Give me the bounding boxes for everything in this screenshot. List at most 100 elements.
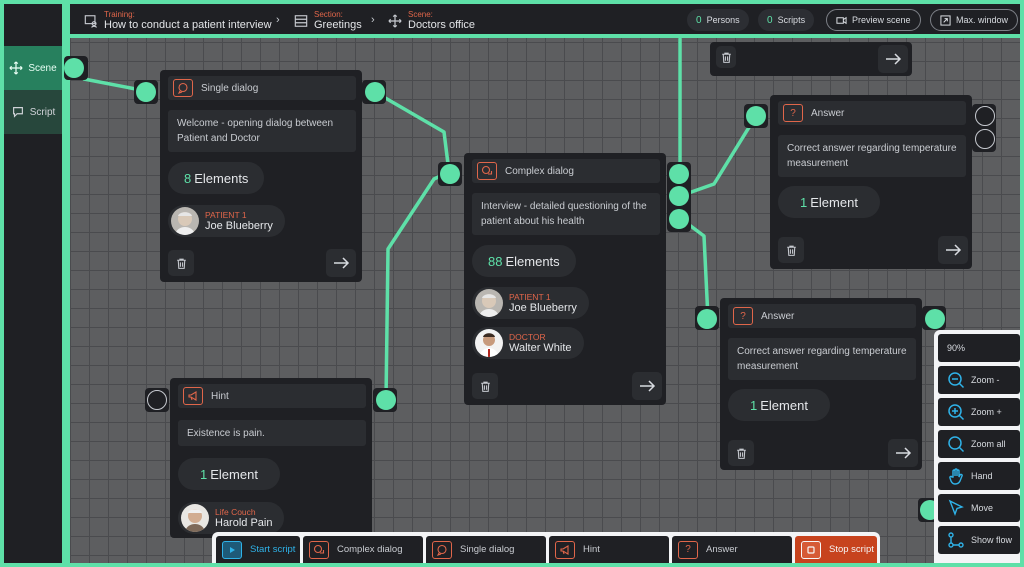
output-port[interactable] <box>925 309 945 329</box>
element-count-label: Elements <box>194 170 249 186</box>
element-count-label: Elements <box>505 253 560 269</box>
breadcrumb-value: Doctors office <box>408 19 476 31</box>
zoom-in-icon <box>948 404 965 421</box>
node-answer-1[interactable]: ? Answer Correct answer regarding temper… <box>770 95 972 269</box>
person-role: PATIENT 1 <box>509 291 551 302</box>
delete-button[interactable] <box>168 250 194 276</box>
output-port[interactable] <box>64 58 84 78</box>
node-partial[interactable] <box>710 42 912 76</box>
output-port[interactable] <box>365 82 385 102</box>
output-port[interactable] <box>669 164 689 184</box>
node-single-dialog[interactable]: Single dialog Welcome - opening dialog b… <box>160 70 362 282</box>
element-count: 8 Elements <box>168 162 265 194</box>
add-complex-dialog-button[interactable]: Complex dialog <box>303 536 423 563</box>
scripts-button[interactable]: 0 Scripts <box>758 9 815 31</box>
sidebar-item-script[interactable]: Script <box>4 90 62 134</box>
person-chip[interactable]: PATIENT 1 Joe Blueberry <box>472 287 589 319</box>
delete-button[interactable] <box>716 46 736 68</box>
tool-label: Zoom all <box>971 439 1006 449</box>
open-node-button[interactable] <box>888 439 918 467</box>
chevron-right-icon: › <box>276 14 280 26</box>
breadcrumb-training[interactable]: Training: How to conduct a patient inter… <box>84 10 272 31</box>
node-description: Correct answer regarding temperature mea… <box>728 338 916 380</box>
person-chip[interactable]: DOCTOR Walter White <box>472 327 584 359</box>
question-icon: ? <box>783 104 803 122</box>
bottom-item-label: Start script <box>250 544 296 555</box>
node-title: Complex dialog <box>505 165 574 177</box>
open-node-button[interactable] <box>326 249 356 277</box>
max-window-button[interactable]: Max. window <box>930 9 1019 31</box>
show-flow-button[interactable]: Show flow <box>938 526 1020 554</box>
sidebar-item-scene[interactable]: Scene <box>4 46 62 90</box>
input-port[interactable] <box>136 82 156 102</box>
megaphone-icon <box>555 540 575 559</box>
input-port[interactable] <box>440 164 460 184</box>
node-header: ? Answer <box>778 101 966 125</box>
node-title: Hint <box>211 390 229 402</box>
input-port[interactable] <box>746 106 766 126</box>
breadcrumb-section[interactable]: Section: Greetings <box>294 10 362 31</box>
delete-button[interactable] <box>472 373 498 399</box>
avatar <box>475 329 503 357</box>
persons-button[interactable]: 0 Persons <box>687 9 749 31</box>
move-tool-button[interactable]: Move <box>938 494 1020 522</box>
scripts-label: Scripts <box>777 15 806 25</box>
zoom-in-button[interactable]: Zoom + <box>938 398 1020 426</box>
breadcrumb-value: Greetings <box>314 19 362 31</box>
start-script-button[interactable]: Start script <box>216 536 300 563</box>
open-node-button[interactable] <box>938 236 968 264</box>
arrow-right-icon <box>886 53 902 65</box>
person-role: PATIENT 1 <box>205 209 247 220</box>
zoom-all-button[interactable]: Zoom all <box>938 430 1020 458</box>
chat-bubble-icon <box>12 107 23 118</box>
scripts-count: 0 <box>767 14 773 26</box>
tool-label: Hand <box>971 471 993 481</box>
person-chip[interactable]: PATIENT 1 Joe Blueberry <box>168 205 285 237</box>
zoom-out-button[interactable]: Zoom - <box>938 366 1020 394</box>
hand-icon <box>949 468 963 485</box>
stop-script-button[interactable]: Stop script <box>795 536 877 563</box>
add-answer-button[interactable]: ? Answer <box>672 536 792 563</box>
arrow-right-icon <box>946 244 962 256</box>
chat-bubble-icon <box>432 540 452 559</box>
output-port[interactable] <box>669 209 689 229</box>
add-single-dialog-button[interactable]: Single dialog <box>426 536 546 563</box>
max-window-label: Max. window <box>956 15 1009 25</box>
preview-scene-button[interactable]: Preview scene <box>826 9 921 31</box>
output-port[interactable] <box>669 186 689 206</box>
node-answer-2[interactable]: ? Answer Correct answer regarding temper… <box>720 298 922 470</box>
avatar <box>181 504 209 532</box>
output-port[interactable] <box>975 129 995 149</box>
tool-label: Move <box>971 503 994 513</box>
bottom-item-label: Hint <box>583 544 600 555</box>
output-port[interactable] <box>975 106 995 126</box>
delete-button[interactable] <box>728 440 754 466</box>
node-hint[interactable]: Hint Existence is pain. 1 Element Life C… <box>170 378 372 538</box>
delete-button[interactable] <box>778 237 804 263</box>
hand-tool-button[interactable]: Hand <box>938 462 1020 490</box>
zoom-all-icon <box>948 436 965 453</box>
node-complex-dialog[interactable]: Complex dialog Interview - detailed ques… <box>464 153 666 405</box>
add-hint-button[interactable]: Hint <box>549 536 669 563</box>
node-description: Welcome - opening dialog between Patient… <box>168 110 356 152</box>
node-description: Interview - detailed questioning of the … <box>472 193 660 235</box>
avatar <box>475 289 503 317</box>
list-icon <box>294 14 308 27</box>
zoom-level-value: 90% <box>947 343 966 353</box>
breadcrumb-scene[interactable]: Scene: Doctors office <box>388 10 475 31</box>
output-port[interactable] <box>376 390 396 410</box>
input-port[interactable] <box>147 390 167 410</box>
trash-icon <box>786 245 796 256</box>
move-arrows-icon <box>9 61 23 75</box>
element-count-number: 8 <box>184 170 192 186</box>
breadcrumb-value: How to conduct a patient interview <box>104 19 272 31</box>
input-port[interactable] <box>697 309 717 329</box>
video-icon <box>836 16 847 24</box>
open-node-button[interactable] <box>878 45 908 73</box>
person-chip[interactable]: Life Couch Harold Pain <box>178 502 285 534</box>
node-title: Answer <box>811 107 845 119</box>
element-count-label: Element <box>210 466 258 482</box>
element-count-label: Element <box>810 194 858 210</box>
open-node-button[interactable] <box>632 372 662 400</box>
node-header: ? Answer <box>728 304 916 328</box>
